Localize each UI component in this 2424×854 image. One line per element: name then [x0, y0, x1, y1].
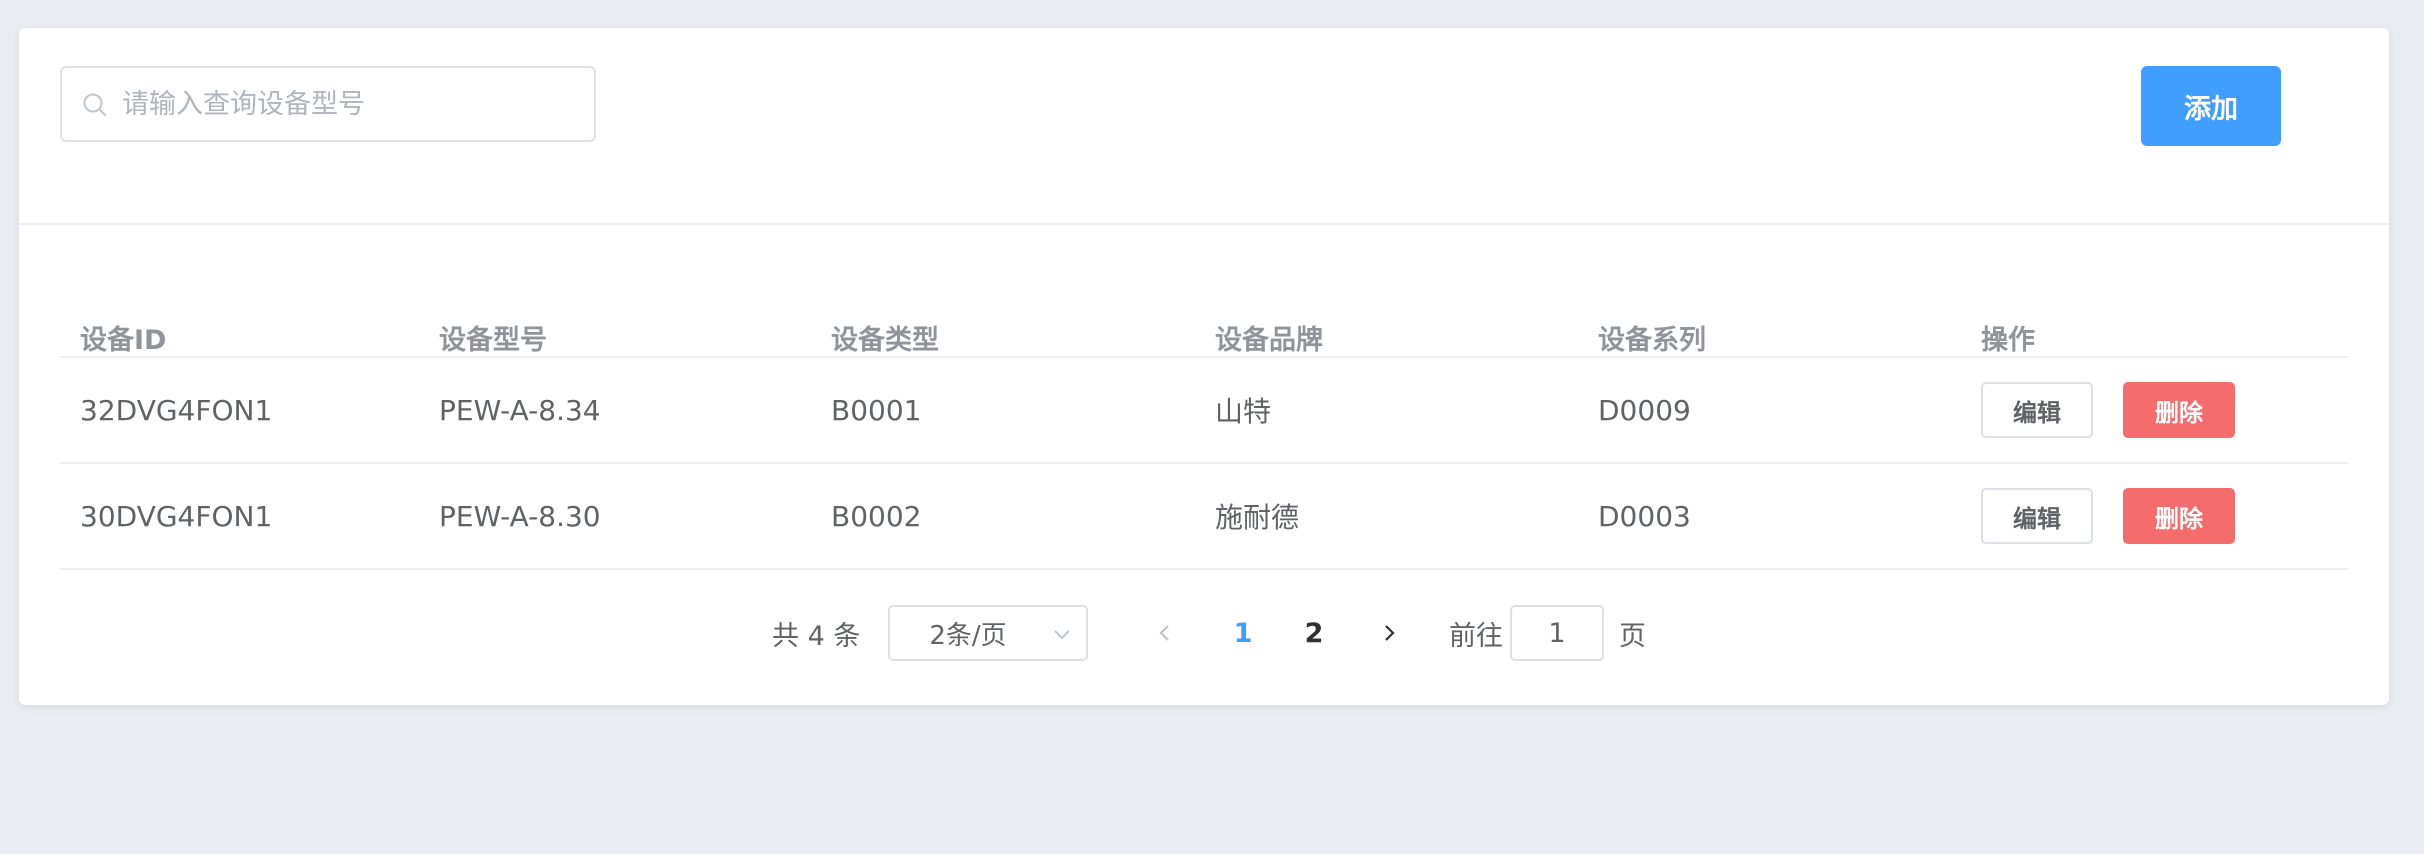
next-page-button[interactable] [1371, 605, 1407, 661]
page-size-select[interactable]: 2条/页 [888, 605, 1088, 661]
pagination: 共 4 条 2条/页 1 2 前往 页 [19, 605, 2389, 661]
cell-device-model: PEW-A-8.34 [439, 393, 601, 427]
pagination-total: 共 4 条 [772, 620, 861, 652]
column-header-series: 设备系列 [1598, 325, 1706, 356]
toolbar: 添加 [19, 28, 2389, 225]
page-number-2[interactable]: 2 [1294, 605, 1334, 661]
chevron-left-icon [1159, 625, 1169, 641]
prev-page-button[interactable] [1147, 605, 1183, 661]
chevron-down-icon [1054, 630, 1070, 640]
table-header: 设备ID 设备型号 设备类型 设备品牌 设备系列 操作 [60, 268, 2348, 358]
cell-device-type: B0002 [831, 499, 922, 533]
goto-suffix: 页 [1619, 620, 1646, 652]
device-table: 设备ID 设备型号 设备类型 设备品牌 设备系列 操作 32DVG4FON1 P… [60, 268, 2348, 570]
column-header-id: 设备ID [80, 325, 167, 356]
cell-device-brand: 施耐德 [1215, 501, 1300, 534]
goto-label: 前往 [1449, 620, 1503, 652]
search-input[interactable] [122, 68, 582, 140]
goto-page-input[interactable] [1510, 605, 1604, 661]
table-row: 32DVG4FON1 PEW-A-8.34 B0001 山特 D0009 编辑 … [60, 358, 2348, 464]
cell-device-id: 32DVG4FON1 [80, 393, 273, 427]
cell-device-type: B0001 [831, 393, 922, 427]
column-header-type: 设备类型 [831, 325, 939, 356]
cell-device-series: D0009 [1598, 393, 1691, 427]
table-row: 30DVG4FON1 PEW-A-8.30 B0002 施耐德 D0003 编辑… [60, 464, 2348, 570]
edit-button[interactable]: 编辑 [1981, 382, 2093, 438]
cell-device-model: PEW-A-8.30 [439, 499, 601, 533]
search-box[interactable] [60, 66, 596, 142]
cell-device-id: 30DVG4FON1 [80, 499, 273, 533]
page-number-1[interactable]: 1 [1223, 605, 1263, 661]
search-icon [83, 93, 106, 116]
column-header-model: 设备型号 [439, 325, 547, 356]
cell-actions: 编辑 删除 [1981, 358, 2235, 462]
page-size-value: 2条/页 [929, 620, 1007, 651]
edit-button[interactable]: 编辑 [1981, 488, 2093, 544]
delete-button[interactable]: 删除 [2123, 488, 2235, 544]
add-button[interactable]: 添加 [2141, 66, 2281, 146]
column-header-actions: 操作 [1981, 325, 2035, 356]
chevron-right-icon [1385, 625, 1395, 641]
delete-button[interactable]: 删除 [2123, 382, 2235, 438]
cell-device-brand: 山特 [1215, 395, 1272, 428]
content-card: 添加 设备ID 设备型号 设备类型 设备品牌 设备系列 操作 32DVG4FON… [19, 28, 2389, 705]
cell-device-series: D0003 [1598, 499, 1691, 533]
column-header-brand: 设备品牌 [1215, 325, 1323, 356]
cell-actions: 编辑 删除 [1981, 464, 2235, 568]
